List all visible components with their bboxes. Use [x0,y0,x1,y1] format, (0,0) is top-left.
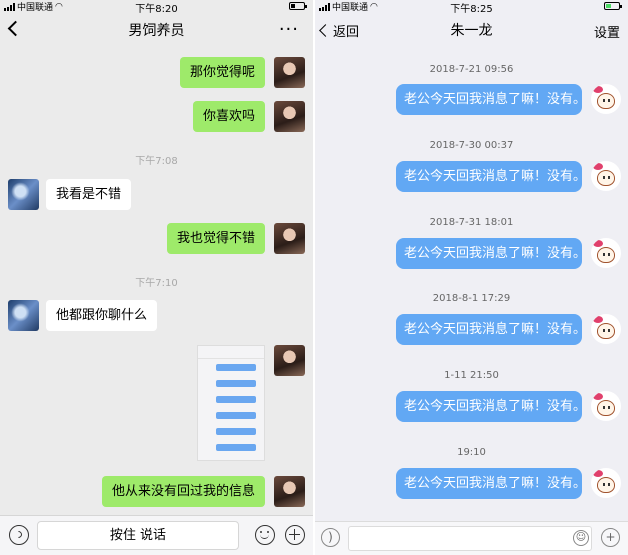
message-bubble[interactable]: 老公今天回我消息了嘛！没有。 [396,468,586,499]
message-bubble[interactable]: 老公今天回我消息了嘛！没有。 [396,391,586,422]
avatar[interactable] [591,238,621,268]
add-icon[interactable] [285,525,305,545]
message-bubble[interactable]: 我也觉得不错 [166,223,265,254]
emoji-icon[interactable] [255,525,275,545]
status-bar: 中国联通 ◠ 下午8:20 [0,0,313,15]
message-bubble[interactable]: 我看是不错 [46,179,132,210]
screenshot-header [198,346,264,359]
message-bubble[interactable]: 老公今天回我消息了嘛！没有。 [396,238,586,269]
settings-button[interactable]: 设置 [594,22,620,41]
screenshot-bubble [216,428,256,435]
screenshot-bubble [216,380,256,387]
timestamp: 2018-8-1 17:29 [432,293,511,304]
avatar[interactable] [274,223,305,254]
battery-icon [289,2,307,10]
avatar[interactable] [591,84,621,114]
timestamp: 1-11 21:50 [444,370,499,381]
message-bubble[interactable]: 老公今天回我消息了嘛！没有。 [396,84,586,115]
avatar[interactable] [8,179,39,210]
more-icon[interactable]: ··· [279,19,299,40]
nav-bar: 男饲养员 ··· [0,12,313,48]
avatar[interactable] [274,101,305,132]
screenshot-bubble [216,444,256,451]
message-bubble[interactable]: 老公今天回我消息了嘛！没有。 [396,314,586,345]
avatar[interactable] [591,161,621,191]
add-icon[interactable]: + [601,528,620,547]
screenshot-bubble [216,364,256,371]
avatar[interactable] [8,300,39,331]
input-bar: ) ☺ + [315,521,628,555]
hold-to-talk-button[interactable]: 按住 说话 [37,521,239,550]
nav-bar: 返回 朱一龙 设置 [315,12,628,48]
message-bubble[interactable]: 那你觉得呢 [179,57,265,88]
avatar[interactable] [591,314,621,344]
avatar[interactable] [591,391,621,421]
message-bubble[interactable]: 他从来没有回过我的信息 [101,476,265,507]
message-input[interactable]: ☺ [348,526,592,551]
chat-title: 男饲养员 [128,23,185,39]
timestamp: 下午7:08 [135,156,178,167]
screenshot-bubble [216,412,256,419]
battery-icon [604,2,622,10]
status-bar: 中国联通 ◠ 下午8:25 [315,0,628,15]
screenshot-image-message[interactable] [197,345,265,461]
timestamp: 19:10 [457,447,486,458]
timestamp: 2018-7-30 00:37 [429,140,514,151]
message-bubble[interactable]: 你喜欢吗 [192,101,265,132]
message-bubble[interactable]: 他都跟你聊什么 [46,300,158,331]
voice-icon[interactable]: ) [321,528,340,547]
emoji-icon[interactable]: ☺ [573,530,589,546]
chat-title: 朱一龙 [450,23,493,39]
avatar[interactable] [591,468,621,498]
avatar[interactable] [274,476,305,507]
timestamp: 2018-7-21 09:56 [429,64,514,75]
message-bubble[interactable]: 老公今天回我消息了嘛！没有。 [396,161,586,192]
avatar[interactable] [274,57,305,88]
avatar[interactable] [274,345,305,376]
left-chat-panel: 中国联通 ◠ 下午8:20 男饲养员 ··· 那你觉得呢 你喜欢吗 下午7:08… [0,0,313,555]
timestamp: 2018-7-31 18:01 [429,217,514,228]
screenshot-bubble [216,396,256,403]
timestamp: 下午7:10 [135,278,178,289]
input-bar: 按住 说话 [0,515,313,555]
voice-icon[interactable] [9,525,29,545]
